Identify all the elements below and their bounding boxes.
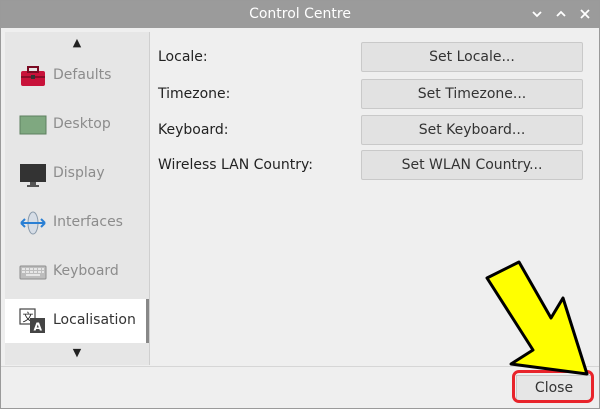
sidebar-item-defaults[interactable]: Defaults [5, 54, 149, 98]
interfaces-icon [19, 209, 47, 237]
scroll-up-button[interactable]: ▲ [5, 34, 149, 52]
sidebar-item-localisation[interactable]: 文 A Localisation [5, 299, 149, 343]
sidebar-item-label: Localisation [53, 312, 136, 328]
wlan-country-label: Wireless LAN Country: [158, 157, 313, 173]
arrow-annotation-icon [485, 260, 589, 376]
sidebar-item-interfaces[interactable]: Interfaces [5, 201, 149, 245]
set-locale-button[interactable]: Set Locale... [361, 42, 583, 72]
sidebar-item-display[interactable]: Display [5, 152, 149, 196]
desktop-icon [19, 111, 47, 139]
control-centre-window: Control Centre ▲ Defaults Desktop Displa… [0, 0, 600, 409]
chevron-up-icon[interactable] [552, 5, 570, 23]
keyboard-label: Keyboard: [158, 122, 229, 138]
chevron-down-icon[interactable] [528, 5, 546, 23]
sidebar-item-label: Defaults [53, 67, 112, 83]
sidebar: ▲ Defaults Desktop Display Interfaces Ke… [5, 32, 150, 365]
title-bar[interactable]: Control Centre [1, 1, 599, 28]
svg-text:A: A [34, 321, 43, 334]
close-icon[interactable] [576, 5, 594, 23]
keyboard-icon [19, 258, 47, 286]
set-timezone-button[interactable]: Set Timezone... [361, 79, 583, 109]
timezone-label: Timezone: [158, 86, 231, 102]
set-keyboard-button[interactable]: Set Keyboard... [361, 115, 583, 145]
sidebar-item-keyboard[interactable]: Keyboard [5, 250, 149, 294]
sidebar-item-label: Keyboard [53, 263, 119, 279]
set-wlan-country-button[interactable]: Set WLAN Country... [361, 150, 583, 180]
sidebar-item-label: Desktop [53, 116, 111, 132]
sidebar-item-desktop[interactable]: Desktop [5, 103, 149, 147]
window-title: Control Centre [249, 6, 351, 22]
translate-icon: 文 A [19, 307, 47, 335]
locale-label: Locale: [158, 49, 208, 65]
monitor-icon [19, 160, 47, 188]
sidebar-item-label: Display [53, 165, 105, 181]
sidebar-item-label: Interfaces [53, 214, 123, 230]
toolbox-icon [19, 62, 47, 90]
scroll-down-button[interactable]: ▼ [5, 344, 149, 362]
